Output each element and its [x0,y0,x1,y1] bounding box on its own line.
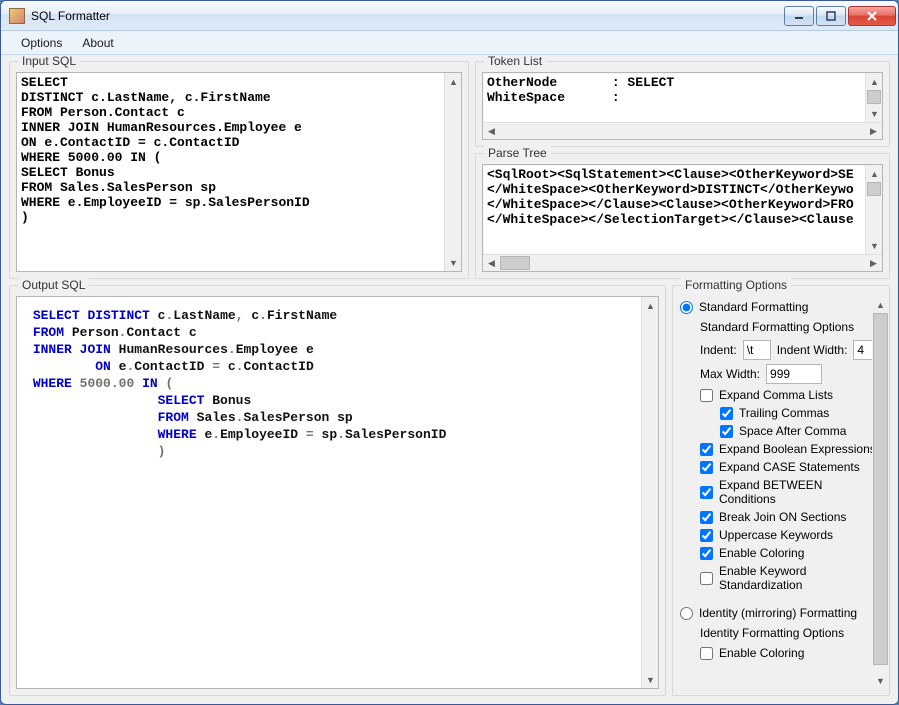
scroll-up-icon[interactable]: ▲ [866,73,882,90]
standard-formatting-label: Standard Formatting [699,300,808,314]
input-sql-group: Input SQL ▲ ▼ [9,61,469,279]
maximize-button[interactable] [816,6,846,26]
input-sql-scrollbar-v[interactable]: ▲ ▼ [444,73,461,271]
identity-enable-coloring-label: Enable Coloring [719,646,804,660]
scroll-up-icon[interactable]: ▲ [872,296,889,313]
expand-case-row[interactable]: Expand CASE Statements [700,458,882,476]
app-window: SQL Formatter Options About Input SQL ▲ [0,0,899,705]
minimize-button[interactable] [784,6,814,26]
expand-between-label: Expand BETWEEN Conditions [719,478,882,506]
parse-tree-wrap: <SqlRoot><SqlStatement><Clause><OtherKey… [482,164,883,272]
output-sql-group: Output SQL SELECT DISTINCT c.LastName, c… [9,285,666,696]
identity-enable-coloring-checkbox[interactable] [700,647,713,660]
scroll-down-icon[interactable]: ▼ [872,672,889,689]
scroll-up-icon[interactable]: ▲ [642,297,659,314]
formatting-options-group: Formatting Options Standard Formatting S… [672,285,890,696]
trailing-commas-row[interactable]: Trailing Commas [720,404,882,422]
output-sql-wrap: SELECT DISTINCT c.LastName, c.FirstName … [16,296,659,689]
parse-tree-group: Parse Tree <SqlRoot><SqlStatement><Claus… [475,153,890,279]
scroll-down-icon[interactable]: ▼ [866,237,882,254]
identity-formatting-radio[interactable] [680,607,693,620]
trailing-commas-checkbox[interactable] [720,407,733,420]
formatting-options-label: Formatting Options [681,278,791,292]
space-after-comma-row[interactable]: Space After Comma [720,422,882,440]
parse-tree-label: Parse Tree [484,146,551,160]
close-icon [866,11,878,21]
token-list-wrap: OtherNode : SELECT WhiteSpace : ▲ ▼ ◀ ▶ [482,72,883,140]
identity-options-heading: Identity Formatting Options [700,624,882,644]
indent-label: Indent: [700,343,737,357]
minimize-icon [793,11,805,21]
parse-tree-scrollbar-h[interactable]: ◀ ▶ [483,254,882,271]
scroll-down-icon[interactable]: ▼ [866,105,882,122]
enable-kw-std-label: Enable Keyword Standardization [719,564,882,592]
expand-case-checkbox[interactable] [700,461,713,474]
indent-input[interactable] [743,340,771,360]
input-sql-textarea[interactable] [17,73,444,271]
max-width-label: Max Width: [700,367,760,381]
identity-formatting-radio-row[interactable]: Identity (mirroring) Formatting [680,604,882,622]
enable-kw-std-row[interactable]: Enable Keyword Standardization [700,562,882,594]
scroll-right-icon[interactable]: ▶ [865,123,882,140]
uppercase-keywords-label: Uppercase Keywords [719,528,833,542]
expand-between-row[interactable]: Expand BETWEEN Conditions [700,476,882,508]
menubar: Options About [1,31,898,55]
output-sql-scrollbar-v[interactable]: ▲ ▼ [641,297,658,688]
uppercase-keywords-checkbox[interactable] [700,529,713,542]
expand-comma-lists-label: Expand Comma Lists [719,388,833,402]
break-join-on-checkbox[interactable] [700,511,713,524]
input-sql-textarea-wrap: ▲ ▼ [16,72,462,272]
uppercase-keywords-row[interactable]: Uppercase Keywords [700,526,882,544]
app-icon [9,8,25,24]
token-list-scrollbar-h[interactable]: ◀ ▶ [483,122,882,139]
token-list-label: Token List [484,55,546,68]
maximize-icon [825,11,837,21]
identity-enable-coloring-row[interactable]: Enable Coloring [700,644,882,662]
enable-kw-std-checkbox[interactable] [700,572,713,585]
trailing-commas-label: Trailing Commas [739,406,829,420]
token-list-text[interactable]: OtherNode : SELECT WhiteSpace : [483,73,865,122]
token-list-group: Token List OtherNode : SELECT WhiteSpace… [475,61,890,147]
enable-coloring-label: Enable Coloring [719,546,804,560]
client-area: Input SQL ▲ ▼ Token List OtherNode : SEL… [1,55,898,704]
expand-boolean-row[interactable]: Expand Boolean Expressions [700,440,882,458]
expand-boolean-checkbox[interactable] [700,443,713,456]
scroll-right-icon[interactable]: ▶ [865,255,882,272]
space-after-comma-label: Space After Comma [739,424,846,438]
break-join-on-label: Break Join ON Sections [719,510,846,524]
scroll-left-icon[interactable]: ◀ [483,255,500,272]
output-sql-label: Output SQL [18,278,89,292]
menu-about[interactable]: About [72,33,123,53]
expand-comma-lists-checkbox[interactable] [700,389,713,402]
break-join-on-row[interactable]: Break Join ON Sections [700,508,882,526]
window-title: SQL Formatter [31,9,782,23]
scroll-up-icon[interactable]: ▲ [866,165,882,182]
parse-tree-text[interactable]: <SqlRoot><SqlStatement><Clause><OtherKey… [483,165,865,254]
scroll-left-icon[interactable]: ◀ [483,123,500,140]
scroll-up-icon[interactable]: ▲ [445,73,462,90]
expand-boolean-label: Expand Boolean Expressions [719,442,876,456]
parse-tree-scrollbar-v[interactable]: ▲ ▼ [865,165,882,254]
standard-formatting-radio[interactable] [680,301,693,314]
enable-coloring-row[interactable]: Enable Coloring [700,544,882,562]
input-sql-label: Input SQL [18,55,80,68]
max-width-input[interactable] [766,364,822,384]
expand-case-label: Expand CASE Statements [719,460,860,474]
titlebar[interactable]: SQL Formatter [1,1,898,31]
space-after-comma-checkbox[interactable] [720,425,733,438]
scroll-down-icon[interactable]: ▼ [642,671,659,688]
fmt-options-scrollbar-v[interactable]: ▲ ▼ [872,296,889,689]
expand-between-checkbox[interactable] [700,486,713,499]
menu-options[interactable]: Options [11,33,72,53]
expand-comma-lists-row[interactable]: Expand Comma Lists [700,386,882,404]
std-options-heading: Standard Formatting Options [700,318,882,338]
scroll-down-icon[interactable]: ▼ [445,254,462,271]
token-list-scrollbar-v[interactable]: ▲ ▼ [865,73,882,122]
identity-formatting-label: Identity (mirroring) Formatting [699,606,857,620]
indent-width-label: Indent Width: [777,343,848,357]
standard-formatting-radio-row[interactable]: Standard Formatting [680,298,882,316]
enable-coloring-checkbox[interactable] [700,547,713,560]
close-button[interactable] [848,6,896,26]
output-sql-text[interactable]: SELECT DISTINCT c.LastName, c.FirstName … [17,297,641,688]
